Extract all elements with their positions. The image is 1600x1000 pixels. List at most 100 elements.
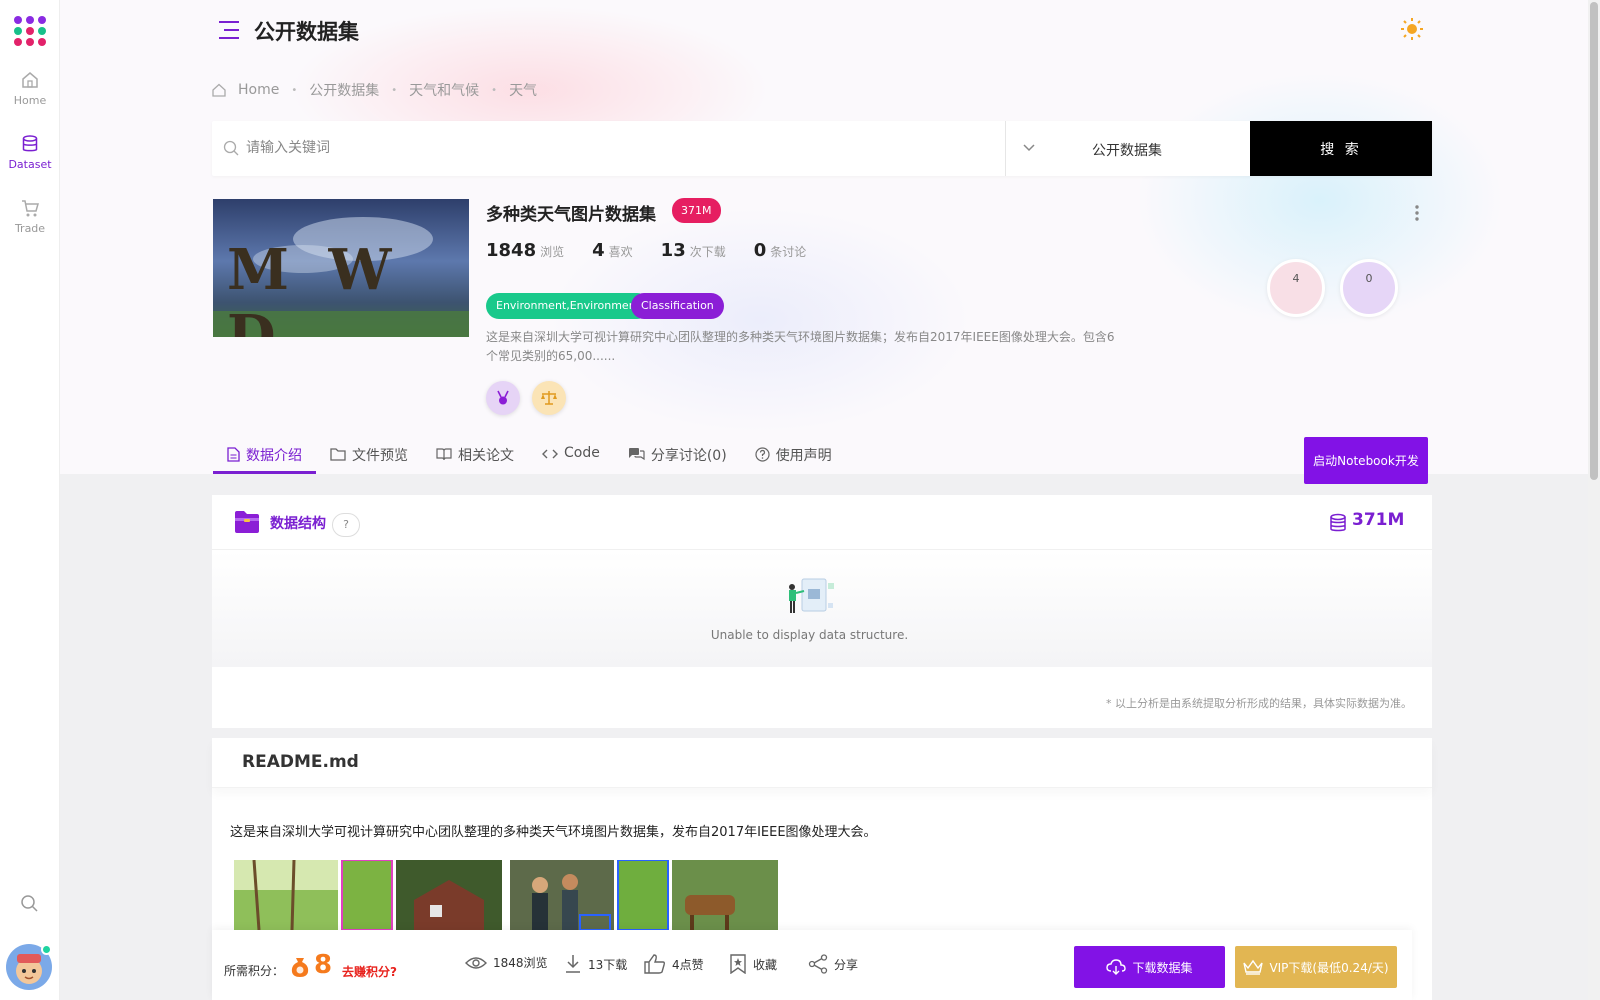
bookmark-star-icon	[730, 954, 746, 974]
downloads-stat: 13下载	[564, 954, 627, 974]
empty-state-text: Unable to display data structure.	[710, 628, 909, 642]
like-count-bubble[interactable]: 4	[1267, 259, 1325, 317]
sidebar-item-label: Dataset	[8, 158, 52, 171]
share-icon	[808, 954, 828, 974]
breadcrumb-separator: •	[391, 84, 398, 96]
coin-bag-icon	[291, 958, 309, 977]
stat-likes: 4 喜欢	[592, 240, 633, 261]
breadcrumb-public-datasets[interactable]: 公开数据集	[309, 80, 379, 100]
stat-views: 1848 浏览	[486, 240, 565, 261]
page-scrollbar-thumb[interactable]	[1590, 2, 1598, 480]
medal-icon	[497, 390, 509, 405]
dataset-stats: 1848 浏览 4 喜欢 13 次下载 0 条讨论	[486, 240, 806, 261]
tag-classification[interactable]: Classification	[631, 293, 724, 319]
breadcrumb-separator: •	[291, 84, 298, 96]
medal-badge[interactable]	[486, 381, 520, 415]
sidebar-item-label: Trade	[14, 222, 46, 235]
search-divider	[1005, 121, 1006, 176]
database-icon	[1330, 513, 1346, 532]
tab-file-preview[interactable]: 文件预览	[316, 436, 422, 474]
sidebar-item-label: Home	[13, 94, 47, 107]
stat-discussions: 0 条讨论	[753, 240, 807, 261]
points-value: 8	[314, 950, 333, 980]
sidebar-item-home[interactable]: Home	[0, 70, 60, 107]
breadcrumb-weather-climate[interactable]: 天气和气候	[409, 80, 479, 100]
vip-download-button[interactable]: VIP下载(最低0.24/天)	[1235, 946, 1397, 988]
breadcrumb: Home • 公开数据集 • 天气和气候 • 天气	[212, 80, 537, 100]
empty-state: Unable to display data structure.	[212, 551, 1432, 667]
home-icon	[212, 83, 226, 97]
data-structure-header: 数据结构 ? 371M	[212, 495, 1432, 550]
total-size: 371M	[1352, 510, 1405, 530]
tab-code[interactable]: Code	[528, 436, 614, 474]
points-label: 所需积分：	[224, 964, 285, 978]
chevron-down-icon[interactable]	[1022, 142, 1036, 154]
empty-illustration-icon	[789, 578, 834, 613]
search-icon[interactable]	[19, 893, 39, 913]
chat-icon	[628, 448, 645, 461]
file-icon	[227, 447, 240, 462]
breadcrumb-separator: •	[491, 84, 498, 96]
stat-downloads: 13 次下载	[660, 240, 726, 261]
tab-bar: 数据介绍 文件预览 相关论文 Code 分享讨论(0) 使用声明	[213, 436, 846, 474]
theme-toggle-sun-icon[interactable]	[1400, 17, 1424, 41]
book-icon	[436, 448, 452, 461]
search-icon	[223, 140, 239, 156]
size-badge: 371M	[672, 198, 721, 223]
launch-notebook-button[interactable]: 启动Notebook开发	[1304, 437, 1428, 484]
bottom-action-bar: 所需积分： 8 去赚积分? 1848浏览 13下载 4点赞 收藏 分享 下载数据…	[212, 930, 1412, 1000]
code-icon	[542, 449, 558, 459]
tab-usage-statement[interactable]: 使用声明	[741, 436, 846, 474]
sidebar: Home Dataset Trade	[0, 0, 60, 1000]
question-icon	[755, 447, 770, 462]
online-status-dot	[41, 944, 52, 955]
eye-icon	[465, 956, 487, 969]
menu-icon[interactable]	[218, 20, 240, 40]
sample-image-sunny	[234, 860, 502, 930]
cover-letters: M W D	[227, 237, 402, 337]
sidebar-item-dataset[interactable]: Dataset	[0, 134, 60, 171]
breadcrumb-home[interactable]: Home	[238, 82, 279, 98]
cloud-download-icon	[1106, 959, 1127, 975]
views-stat: 1848浏览	[465, 954, 548, 971]
logo-icon[interactable]	[10, 14, 50, 46]
license-badge[interactable]	[532, 381, 566, 415]
scale-icon	[541, 391, 557, 405]
sample-image-people	[510, 860, 778, 930]
sidebar-item-trade[interactable]: Trade	[0, 198, 60, 235]
tag-environment[interactable]: Environment,Environment	[486, 293, 650, 319]
tab-discussion[interactable]: 分享讨论(0)	[614, 436, 741, 474]
dataset-title: 多种类天气图片数据集	[486, 205, 656, 225]
breadcrumb-weather[interactable]: 天气	[509, 80, 537, 100]
earn-points-link[interactable]: 去赚积分?	[342, 963, 397, 980]
search-scope-select[interactable]: 公开数据集	[1092, 140, 1162, 160]
readme-header: README.md	[212, 738, 1432, 788]
folder-icon	[235, 511, 259, 533]
share-button[interactable]: 分享	[808, 954, 858, 974]
home-icon	[22, 72, 38, 88]
cart-icon	[22, 200, 39, 217]
data-structure-card: 数据结构 ? 371M Unable to display data struc…	[212, 495, 1432, 728]
page-title: 公开数据集	[254, 20, 359, 44]
download-dataset-button[interactable]: 下载数据集	[1074, 946, 1225, 988]
search-input[interactable]	[246, 134, 986, 162]
thumbs-up-icon	[644, 954, 666, 974]
tab-data-intro[interactable]: 数据介绍	[213, 436, 316, 474]
dataset-description: 这是来自深圳大学可视计算研究中心团队整理的多种类天气环境图片数据集；发布自201…	[486, 330, 1115, 363]
dataset-cover-image[interactable]: M W D	[213, 199, 469, 337]
analysis-note: * 以上分析是由系统提取分析形成的结果，具体实际数据为准。	[1106, 697, 1412, 710]
download-icon	[566, 955, 580, 973]
readme-intro: 这是来自深圳大学可视计算研究中心团队整理的多种类天气环境图片数据集，发布自201…	[230, 825, 877, 840]
discussion-count-bubble[interactable]: 0	[1340, 259, 1398, 317]
database-icon	[22, 135, 38, 152]
more-vertical-icon[interactable]	[1414, 204, 1420, 222]
help-button[interactable]: ?	[332, 513, 360, 537]
folder-icon	[330, 448, 346, 461]
search-button[interactable]: 搜 索	[1250, 121, 1432, 176]
like-button[interactable]: 4点赞	[644, 954, 704, 974]
readme-title: README.md	[242, 752, 359, 772]
tab-related-papers[interactable]: 相关论文	[422, 436, 528, 474]
favorite-button[interactable]: 收藏	[729, 954, 777, 974]
crown-icon	[1243, 959, 1264, 975]
data-structure-title: 数据结构	[270, 516, 326, 532]
